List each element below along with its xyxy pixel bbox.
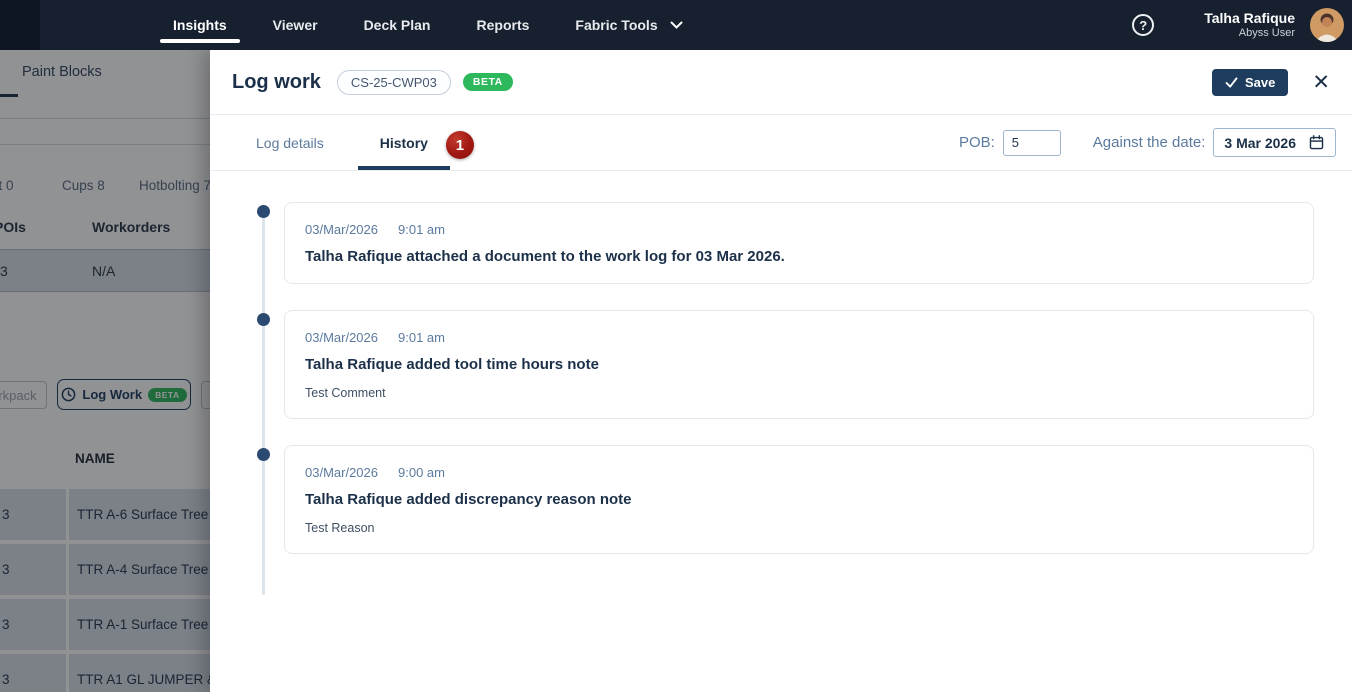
nav-item-viewer[interactable]: Viewer — [250, 0, 341, 50]
pob-input[interactable]: 5 — [1002, 129, 1061, 156]
user-role: Abyss User — [1238, 27, 1295, 39]
pob-label: POB: — [958, 134, 995, 151]
history-entry: 03/Mar/2026 9:01 am Talha Rafique added … — [257, 310, 1314, 419]
history-timeline: 03/Mar/2026 9:01 am Talha Rafique attach… — [210, 171, 1352, 595]
background-page: Paint Blocks at 0 Cups 8 Hotbolting 72 P… — [0, 50, 210, 692]
active-tab-indicator — [357, 166, 450, 170]
timeline-dot — [257, 205, 270, 218]
modal-title: Log work — [232, 70, 321, 93]
history-date: 03/Mar/2026 — [305, 465, 378, 480]
against-date-label: Against the date: — [1092, 134, 1206, 151]
annotation-step-badge: 1 — [445, 131, 474, 159]
chevron-down-icon — [670, 21, 683, 29]
history-time: 9:00 am — [398, 465, 445, 480]
history-entry: 03/Mar/2026 9:01 am Talha Rafique attach… — [257, 202, 1314, 284]
history-title: Talha Rafique added tool time hours note — [305, 356, 599, 373]
help-icon[interactable]: ? — [1132, 14, 1155, 36]
history-datetime: 03/Mar/2026 9:00 am — [305, 465, 1293, 480]
beta-badge: BETA — [462, 73, 513, 91]
user-name: Talha Rafique — [1204, 10, 1295, 26]
tab-label: Log details — [256, 134, 324, 151]
history-date: 03/Mar/2026 — [305, 222, 378, 237]
timeline-line — [262, 207, 265, 595]
date-value: 3 Mar 2026 — [1224, 134, 1296, 151]
history-note: Test Comment — [305, 386, 386, 400]
history-title: Talha Rafique added discrepancy reason n… — [305, 491, 632, 508]
top-nav-bar: Insights Viewer Deck Plan Reports Fabric… — [0, 0, 1352, 50]
close-icon[interactable]: ✕ — [1312, 72, 1330, 93]
nav-item-label: Deck Plan — [363, 17, 431, 33]
user-avatar[interactable] — [1310, 8, 1344, 42]
history-date: 03/Mar/2026 — [305, 330, 378, 345]
calendar-icon[interactable] — [1308, 134, 1325, 151]
nav-item-label: Insights — [173, 17, 227, 33]
save-button[interactable]: Save — [1212, 68, 1289, 96]
cwp-chip: CS-25-CWP03 — [336, 69, 451, 95]
nav-item-label: Viewer — [272, 17, 318, 33]
nav-item-deck-plan[interactable]: Deck Plan — [341, 0, 454, 50]
check-icon — [1225, 76, 1238, 88]
log-work-modal: Log work CS-25-CWP03 BETA Save ✕ Log det… — [210, 50, 1352, 692]
nav-right-cluster: ? Talha Rafique Abyss User — [1132, 8, 1344, 42]
log-controls: POB: 5 Against the date: 3 Mar 2026 — [959, 128, 1336, 157]
timeline-dot — [257, 313, 270, 326]
nav-item-label: Fabric Tools — [575, 17, 658, 33]
history-time: 9:01 am — [398, 330, 445, 345]
history-time: 9:01 am — [398, 222, 445, 237]
modal-header: Log work CS-25-CWP03 BETA Save ✕ — [210, 50, 1352, 115]
history-entry: 03/Mar/2026 9:00 am Talha Rafique added … — [257, 445, 1314, 554]
history-card: 03/Mar/2026 9:01 am Talha Rafique attach… — [284, 202, 1314, 284]
active-nav-indicator — [160, 39, 240, 43]
history-title: Talha Rafique attached a document to the… — [305, 248, 785, 265]
nav-menu: Insights Viewer Deck Plan Reports Fabric… — [150, 0, 706, 50]
nav-item-label: Reports — [476, 17, 530, 33]
timeline-dot — [257, 448, 270, 461]
save-label: Save — [1245, 74, 1276, 90]
modal-tab-bar: Log details History 1 POB: 5 Against the… — [210, 115, 1352, 171]
nav-item-insights[interactable]: Insights — [150, 0, 250, 50]
history-card: 03/Mar/2026 9:00 am Talha Rafique added … — [284, 445, 1314, 554]
history-datetime: 03/Mar/2026 9:01 am — [305, 222, 1293, 237]
user-block[interactable]: Talha Rafique Abyss User — [1204, 10, 1295, 40]
modal-scrim[interactable] — [0, 50, 210, 692]
history-note: Test Reason — [305, 521, 375, 535]
nav-item-reports[interactable]: Reports — [454, 0, 553, 50]
date-input[interactable]: 3 Mar 2026 — [1213, 128, 1336, 157]
nav-item-fabric-tools[interactable]: Fabric Tools — [552, 0, 705, 50]
nav-logo-block — [0, 0, 40, 50]
tab-log-details[interactable]: Log details — [234, 115, 346, 170]
history-datetime: 03/Mar/2026 9:01 am — [305, 330, 1293, 345]
tab-label: History — [379, 134, 428, 151]
tab-history[interactable]: History 1 — [357, 115, 474, 170]
history-card: 03/Mar/2026 9:01 am Talha Rafique added … — [284, 310, 1314, 419]
